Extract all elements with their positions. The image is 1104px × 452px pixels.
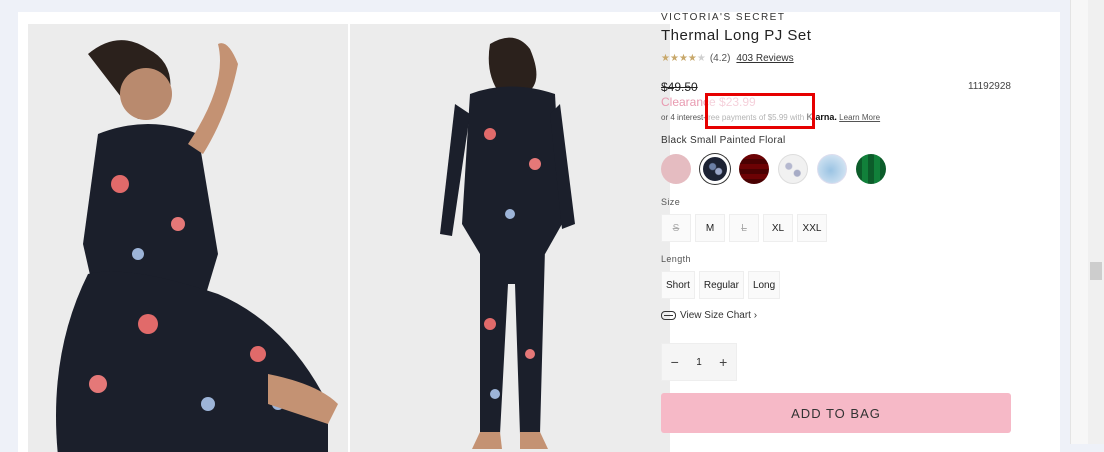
brand-name: VICTORIA'S SECRET	[661, 12, 786, 23]
quantity-value[interactable]: 1	[696, 357, 702, 368]
product-sku: 11192928	[967, 81, 1011, 92]
length-options: Short Regular Long	[661, 271, 1021, 299]
color-name: Black Small Painted Floral	[661, 135, 786, 146]
product-image-back[interactable]	[350, 24, 670, 452]
klarna-learn-more-link[interactable]: Learn More	[839, 113, 880, 122]
color-swatches	[661, 154, 1021, 184]
scrollbar-thumb[interactable]	[1090, 262, 1102, 280]
swatch-pink[interactable]	[661, 154, 691, 184]
length-regular-button[interactable]: Regular	[698, 271, 744, 299]
model-back-photo	[350, 24, 670, 452]
rating-row: ★★★★★ (4.2) 403 Reviews	[661, 53, 1021, 64]
star-rating: ★★★★★	[661, 53, 706, 64]
length-short-button[interactable]: Short	[661, 271, 695, 299]
size-s-button[interactable]: S	[661, 214, 691, 242]
add-to-bag-button[interactable]: ADD TO BAG	[661, 393, 1011, 433]
price-row: $49.50 11192928	[661, 78, 1021, 94]
star-icon: ★	[661, 53, 670, 64]
star-icon: ★	[669, 53, 679, 64]
size-label: Size	[661, 197, 681, 207]
quantity-decrease-button[interactable]: −	[671, 354, 679, 370]
size-l-button[interactable]: L	[729, 214, 759, 242]
rating-value: (4.2)	[709, 53, 731, 64]
quantity-stepper: − 1 +	[661, 343, 737, 381]
highlight-annotation-box	[705, 93, 815, 129]
model-front-photo	[28, 24, 348, 452]
swatch-green-plaid[interactable]	[856, 154, 886, 184]
star-icon: ★	[687, 53, 697, 64]
product-info-panel: VICTORIA'S SECRET Thermal Long PJ Set ★★…	[661, 12, 1021, 433]
scrollbar-track[interactable]	[1088, 0, 1104, 444]
size-chart-label: View Size Chart ›	[680, 310, 758, 321]
swatch-red-plaid[interactable]	[739, 154, 769, 184]
swatch-light-blue[interactable]	[817, 154, 847, 184]
original-price: $49.50	[661, 80, 698, 94]
reviews-link[interactable]: 403 Reviews	[736, 53, 793, 64]
quantity-increase-button[interactable]: +	[719, 354, 727, 370]
product-image-front[interactable]	[28, 24, 348, 452]
ruler-icon	[661, 311, 676, 320]
star-icon: ★	[678, 53, 688, 64]
swatch-black-small-painted-floral[interactable]	[700, 154, 730, 184]
star-empty-icon: ★	[696, 53, 706, 64]
length-long-button[interactable]: Long	[747, 271, 781, 299]
right-gutter	[1070, 0, 1089, 444]
size-options: S M L XL XXL	[661, 214, 1021, 242]
length-label: Length	[661, 254, 691, 264]
product-title: Thermal Long PJ Set	[661, 27, 812, 44]
size-m-button[interactable]: M	[695, 214, 725, 242]
size-xxl-button[interactable]: XXL	[797, 214, 827, 242]
size-xl-button[interactable]: XL	[763, 214, 793, 242]
swatch-white-floral[interactable]	[778, 154, 808, 184]
size-chart-link[interactable]: View Size Chart ›	[661, 310, 1021, 321]
